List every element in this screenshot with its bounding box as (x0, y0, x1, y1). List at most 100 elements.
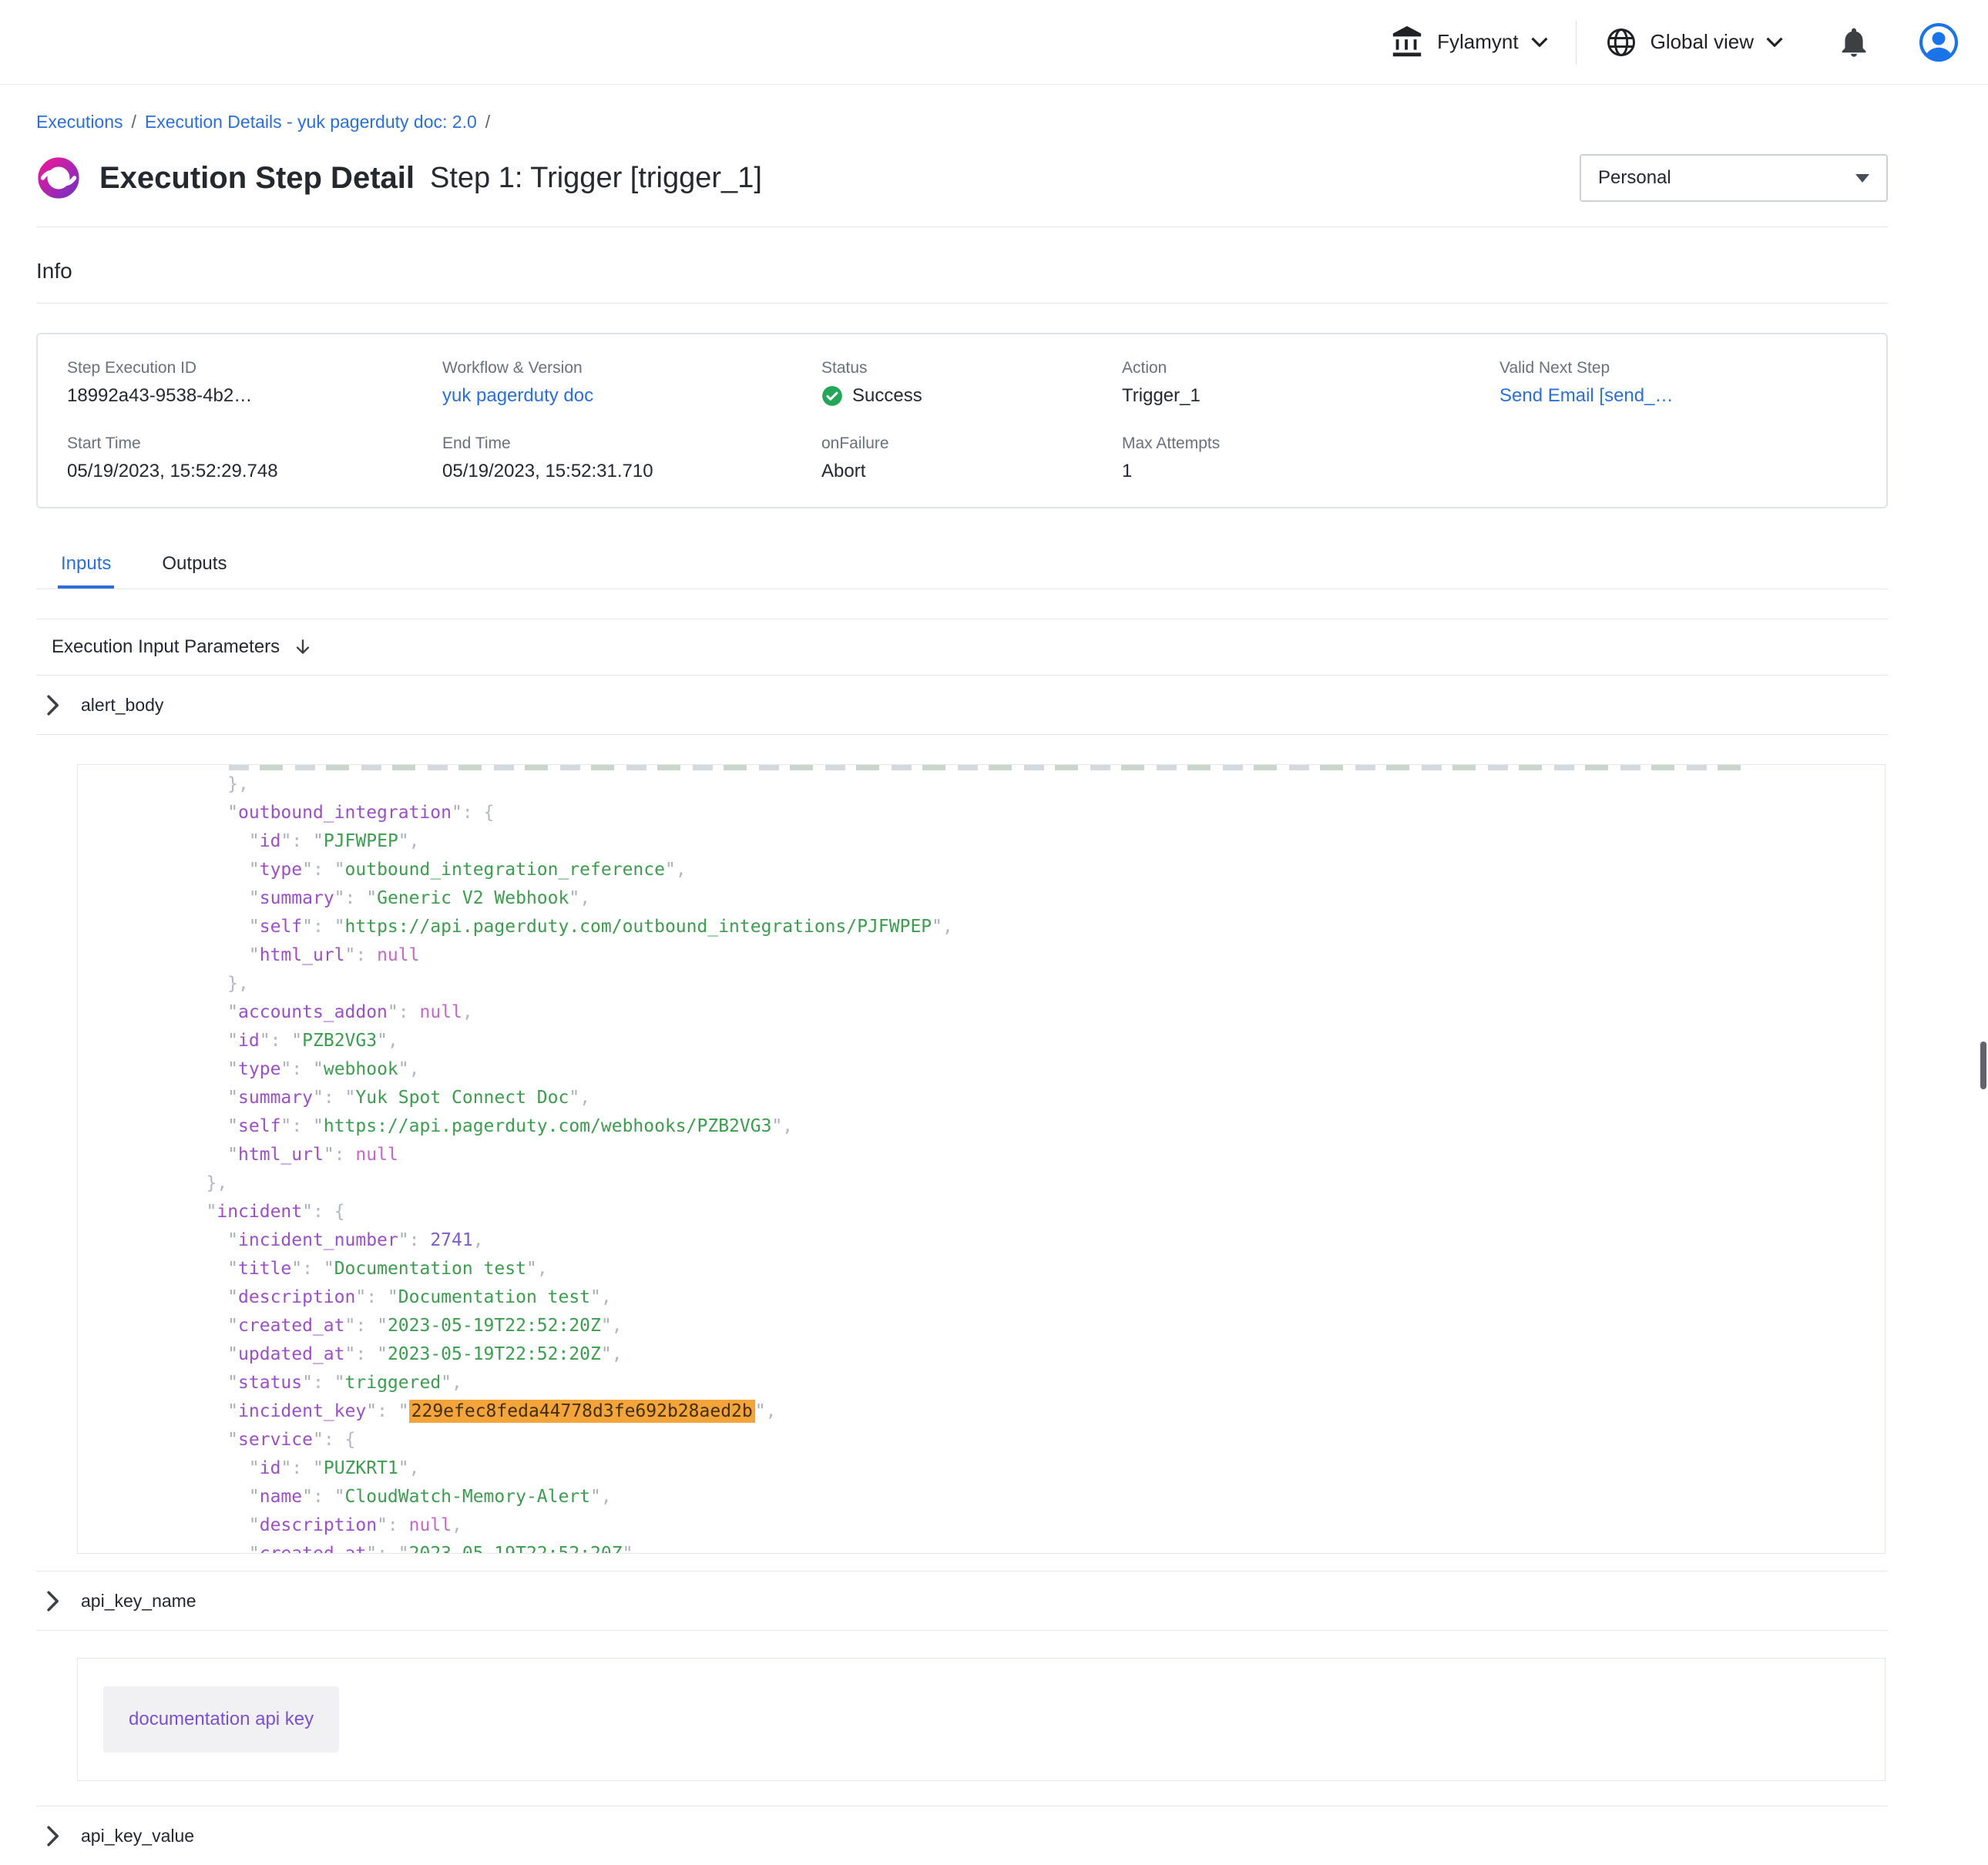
field-workflow-version: Workflow & Version yuk pagerduty doc (442, 359, 821, 407)
code-line: "service": { (99, 1426, 1885, 1454)
code-line: "incident": { (99, 1198, 1885, 1226)
section-api-key-value[interactable]: api_key_value (36, 1806, 1888, 1865)
field-value: 18992a43-9538-4b2… (67, 385, 442, 407)
chevron-right-icon (46, 1591, 59, 1612)
page-title: Execution Step Detail (99, 161, 415, 196)
code-line: "html_url": null (99, 1141, 1885, 1169)
clipped-code-line (229, 765, 1746, 770)
field-value: Abort (821, 461, 1122, 482)
field-label: Workflow & Version (442, 359, 821, 377)
section-api-key-name[interactable]: api_key_name (36, 1571, 1888, 1631)
scope-select-value: Personal (1598, 167, 1671, 189)
code-line: "updated_at": "2023-05-19T22:52:20Z", (99, 1340, 1885, 1369)
breadcrumb-executions[interactable]: Executions (36, 112, 123, 132)
code-line: "summary": "Generic V2 Webhook", (99, 884, 1885, 913)
success-check-icon (821, 385, 843, 407)
code-line: "accounts_addon": null, (99, 998, 1885, 1027)
code-line: "self": "https://api.pagerduty.com/outbo… (99, 913, 1885, 941)
fylamynt-logo-icon (36, 156, 81, 200)
code-line: "type": "webhook", (99, 1055, 1885, 1084)
field-label: Step Execution ID (67, 359, 442, 377)
json-viewer[interactable]: }, "outbound_integration": { "id": "PJFW… (77, 764, 1886, 1554)
divider (36, 303, 1888, 304)
code-line: }, (99, 970, 1885, 998)
section-alert-body[interactable]: alert_body (36, 676, 1888, 735)
caret-down-icon (1855, 174, 1869, 183)
chevron-down-icon (1531, 37, 1548, 47)
execution-input-parameters-header: Execution Input Parameters (36, 619, 1888, 676)
chevron-down-icon (1766, 37, 1783, 47)
code-line: "summary": "Yuk Spot Connect Doc", (99, 1084, 1885, 1112)
globe-icon (1604, 25, 1638, 59)
tab-outputs[interactable]: Outputs (159, 544, 230, 589)
top-bar: Fylamynt Global view (0, 0, 1988, 85)
divider (36, 226, 1888, 227)
arrow-down-icon[interactable] (292, 636, 314, 658)
code-line: "self": "https://api.pagerduty.com/webho… (99, 1112, 1885, 1141)
user-avatar[interactable] (1919, 22, 1959, 62)
chevron-right-icon (46, 1826, 59, 1847)
code-line: "id": "PUZKRT1", (99, 1454, 1885, 1483)
field-start-time: Start Time 05/19/2023, 15:52:29.748 (67, 434, 442, 482)
next-step-link[interactable]: Send Email [send_… (1499, 385, 1857, 407)
code-line: "type": "outbound_integration_reference"… (99, 856, 1885, 884)
bank-icon (1389, 25, 1425, 60)
info-heading: Info (36, 258, 1888, 284)
status-text: Success (852, 385, 922, 407)
code-line: "id": "PJFWPEP", (99, 827, 1885, 856)
code-line: "outbound_integration": { (99, 799, 1885, 827)
code-line: "incident_number": 2741, (99, 1226, 1885, 1255)
main-content: Executions / Execution Details - yuk pager… (0, 111, 1988, 1865)
workflow-link[interactable]: yuk pagerduty doc (442, 385, 821, 407)
field-value: Trigger_1 (1122, 385, 1499, 407)
highlighted-incident-key: 229efec8feda44778d3fe692b28aed2b (409, 1400, 755, 1423)
field-label: Start Time (67, 434, 442, 453)
code-line: "description": "Documentation test", (99, 1283, 1885, 1312)
code-line: "description": null, (99, 1511, 1885, 1540)
field-status: Status Success (821, 359, 1122, 407)
section-label: api_key_value (81, 1824, 194, 1847)
page-subtitle: Step 1: Trigger [trigger_1] (430, 162, 762, 195)
code-line: }, (99, 770, 1885, 799)
field-max-attempts: Max Attempts 1 (1122, 434, 1499, 482)
view-label: Global view (1651, 30, 1754, 54)
field-step-execution-id: Step Execution ID 18992a43-9538-4b2… (67, 359, 442, 407)
field-empty (1499, 434, 1857, 482)
code-line: "html_url": null (99, 941, 1885, 970)
section-label: alert_body (81, 693, 163, 716)
field-end-time: End Time 05/19/2023, 15:52:31.710 (442, 434, 821, 482)
info-panel: Step Execution ID 18992a43-9538-4b2… Wor… (36, 333, 1888, 508)
code-line: "status": "triggered", (99, 1369, 1885, 1397)
code-line: }, (99, 1169, 1885, 1198)
page-header: Execution Step Detail Step 1: Trigger [t… (36, 154, 1888, 202)
breadcrumb: Executions / Execution Details - yuk pager… (36, 111, 1888, 132)
field-label: Status (821, 359, 1122, 377)
view-selector[interactable]: Global view (1604, 25, 1783, 59)
field-label: Valid Next Step (1499, 359, 1857, 377)
tab-bar: Inputs Outputs (36, 544, 1888, 589)
org-label: Fylamynt (1437, 30, 1518, 54)
api-key-name-panel: documentation api key (77, 1658, 1886, 1781)
notifications-bell-icon[interactable] (1837, 25, 1871, 59)
page-scrollbar-thumb[interactable] (1980, 1042, 1986, 1089)
code-line: "id": "PZB2VG3", (99, 1027, 1885, 1055)
org-selector[interactable]: Fylamynt (1389, 25, 1547, 60)
field-onfailure: onFailure Abort (821, 434, 1122, 482)
topbar-divider (1576, 20, 1577, 65)
field-value: 05/19/2023, 15:52:31.710 (442, 461, 821, 482)
scope-select[interactable]: Personal (1580, 154, 1888, 202)
json-code: }, "outbound_integration": { "id": "PJFW… (78, 770, 1885, 1554)
tab-inputs[interactable]: Inputs (58, 544, 114, 589)
breadcrumb-separator: / (485, 112, 490, 132)
field-value: 05/19/2023, 15:52:29.748 (67, 461, 442, 482)
field-label: End Time (442, 434, 821, 453)
breadcrumb-execution-details[interactable]: Execution Details - yuk pagerduty doc: 2… (145, 112, 477, 132)
api-key-name-chip: documentation api key (103, 1686, 339, 1753)
field-label: onFailure (821, 434, 1122, 453)
field-label: Max Attempts (1122, 434, 1499, 453)
breadcrumb-separator: / (132, 112, 136, 132)
field-action: Action Trigger_1 (1122, 359, 1499, 407)
field-valid-next-step: Valid Next Step Send Email [send_… (1499, 359, 1857, 407)
params-heading: Execution Input Parameters (52, 636, 280, 659)
chevron-right-icon (46, 695, 59, 716)
